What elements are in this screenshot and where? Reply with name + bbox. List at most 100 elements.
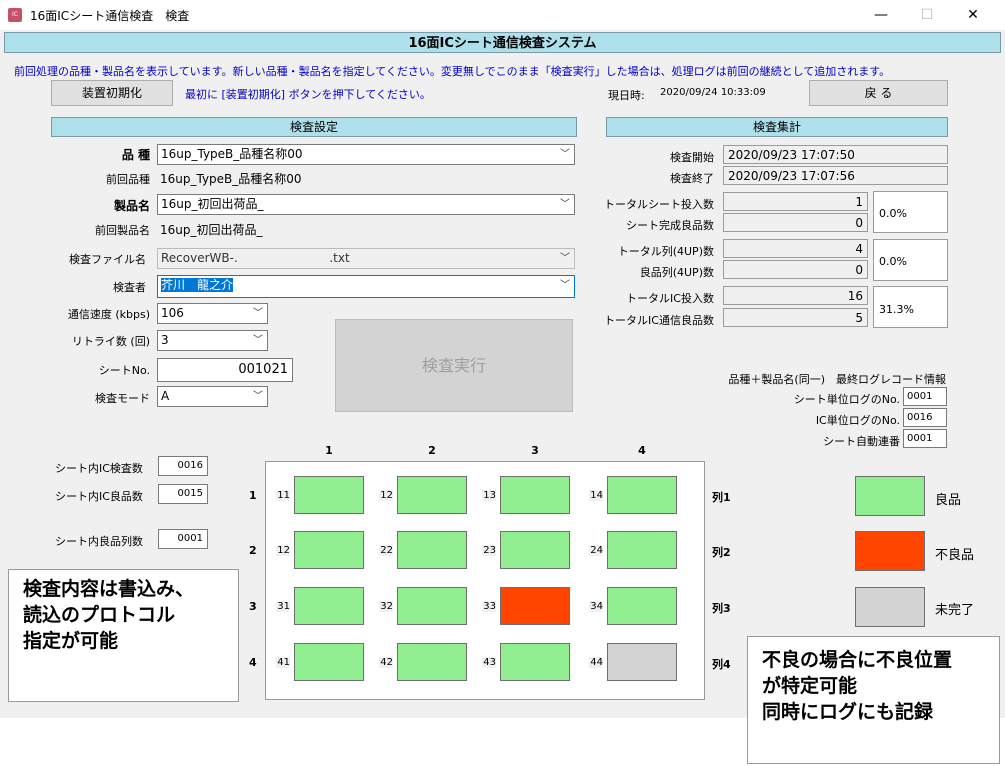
legend-bad-label: 不良品 [935, 548, 975, 563]
good-cols-value-sheet: 0001 [158, 529, 208, 549]
grid-row-header: 3 [249, 600, 257, 613]
retry-select[interactable]: 3 ﹀ [157, 330, 268, 351]
grid-cell-status[interactable] [607, 643, 677, 681]
sheet-no-input[interactable]: 001021 [157, 358, 293, 382]
grid-cell-number: 31 [276, 601, 290, 612]
grid-row-header: 4 [249, 656, 257, 669]
summary-header: 検査集計 [606, 117, 948, 137]
datetime-label: 現日時: [608, 89, 645, 102]
prev-product-value: 16up_初回出荷品_ [160, 223, 263, 237]
product-label: 製品名 [113, 199, 150, 213]
grid-col-header: 3 [531, 444, 539, 457]
grid-row-label: 列1 [712, 491, 731, 504]
kind-select[interactable]: 16up_TypeB_品種名称00 ﹀ [157, 144, 575, 165]
right-callout: 不良の場合に不良位置 が特定可能 同時にログにも記録 [747, 636, 1000, 764]
grid-cell-number: 43 [482, 657, 496, 668]
maximize-button[interactable]: ☐ [904, 0, 950, 30]
prev-product-label: 前回製品名 [95, 224, 150, 237]
chevron-down-icon: ﹀ [560, 199, 570, 210]
left-callout-line: 指定が可能 [23, 630, 119, 652]
mode-select[interactable]: A ﹀ [157, 386, 268, 407]
notice-text: 前回処理の品種・製品名を表示しています。新しい品種・製品名を指定してください。変… [14, 65, 891, 78]
speed-select[interactable]: 106 ﹀ [157, 303, 268, 324]
right-callout-line: 同時にログにも記録 [762, 701, 934, 723]
sheet-log-label: シート単位ログのNo. [793, 393, 900, 406]
good-ic-label: トータルIC通信良品数 [604, 314, 714, 327]
grid-cell-status[interactable] [397, 587, 467, 625]
grid-cell-status[interactable] [500, 643, 570, 681]
inspector-select-value: 芥川 龍之介 [161, 278, 234, 292]
product-select-value: 16up_初回出荷品_ [161, 197, 264, 211]
mode-select-value: A [161, 389, 170, 403]
init-device-button[interactable]: 装置初期化 [51, 80, 173, 106]
close-button[interactable]: ✕ [950, 0, 996, 30]
grid-cell-status[interactable] [607, 531, 677, 569]
inspector-select[interactable]: 芥川 龍之介 ﹀ [157, 275, 575, 298]
system-title: 16面ICシート通信検査システム [4, 32, 1001, 53]
sheet-pct: 0.0% [873, 191, 948, 233]
total-sheets-value: 1 [723, 192, 868, 211]
grid-cell-status[interactable] [500, 587, 570, 625]
start-label: 検査開始 [670, 151, 714, 164]
left-callout: 検査内容は書込み、 読込のプロトコル 指定が可能 [8, 569, 239, 702]
grid-cell-status[interactable] [397, 476, 467, 514]
grid-cell-status[interactable] [294, 531, 364, 569]
mode-label: 検査モード [95, 392, 150, 405]
total-cols-label: トータル列(4UP)数 [617, 245, 714, 258]
grid-cell-status[interactable] [397, 643, 467, 681]
chevron-down-icon: ﹀ [253, 391, 263, 402]
retry-select-value: 3 [161, 333, 169, 347]
start-value: 2020/09/23 17:07:50 [723, 145, 948, 164]
grid-cell-status[interactable] [607, 587, 677, 625]
minimize-button[interactable]: — [858, 0, 904, 30]
product-select[interactable]: 16up_初回出荷品_ ﹀ [157, 194, 575, 215]
grid-cell-status[interactable] [607, 476, 677, 514]
ic-inspect-value: 0016 [158, 456, 208, 476]
grid-cell-status[interactable] [500, 476, 570, 514]
sheet-no-label: シートNo. [98, 364, 150, 377]
init-hint: 最初に [装置初期化] ボタンを押下してください。 [185, 88, 431, 101]
legend-pending-swatch [855, 587, 925, 627]
ic-good-label: シート内IC良品数 [55, 490, 143, 503]
total-sheets-label: トータルシート投入数 [604, 198, 714, 211]
grid-row-header: 1 [249, 489, 257, 502]
grid-col-header: 4 [638, 444, 646, 457]
good-cols-label-sheet: シート内良品列数 [55, 535, 143, 548]
grid-cell-number: 13 [482, 490, 496, 501]
total-ic-label: トータルIC投入数 [626, 292, 714, 305]
grid-cell-status[interactable] [397, 531, 467, 569]
ic-log-label: IC単位ログのNo. [815, 414, 900, 427]
good-cols-value: 0 [723, 260, 868, 279]
grid-cell-number: 32 [379, 601, 393, 612]
chevron-down-icon: ﹀ [560, 253, 570, 264]
chevron-down-icon: ﹀ [560, 149, 570, 160]
app-icon: IC [8, 8, 22, 22]
grid-cell-status[interactable] [294, 476, 364, 514]
grid-cell-number: 14 [589, 490, 603, 501]
grid-cell-number: 42 [379, 657, 393, 668]
right-callout-line: が特定可能 [762, 675, 858, 697]
datetime-value: 2020/09/24 10:33:09 [660, 87, 766, 98]
left-callout-line: 読込のプロトコル [23, 604, 176, 626]
good-ic-value: 5 [723, 308, 868, 327]
total-ic-value: 16 [723, 286, 868, 305]
legend-pending-label: 未完了 [935, 603, 975, 618]
settings-header: 検査設定 [51, 117, 577, 137]
run-inspection-button[interactable]: 検査実行 [335, 319, 573, 412]
left-callout-line: 検査内容は書込み、 [23, 578, 195, 600]
prev-kind-value: 16up_TypeB_品種名称00 [160, 172, 302, 186]
back-button[interactable]: 戻 る [809, 80, 948, 106]
grid-row-header: 2 [249, 544, 257, 557]
log-info-title: 品種＋製品名(同一) 最終ログレコード情報 [728, 373, 946, 386]
grid-cell-number: 23 [482, 545, 496, 556]
grid-cell-status[interactable] [294, 643, 364, 681]
grid-cell-status[interactable] [500, 531, 570, 569]
file-select[interactable]: RecoverWB-. .txt ﹀ [157, 248, 575, 269]
grid-cell-status[interactable] [294, 587, 364, 625]
sheet-log-value: 0001 [903, 387, 947, 406]
kind-select-value: 16up_TypeB_品種名称00 [161, 147, 303, 161]
speed-select-value: 106 [161, 306, 184, 320]
end-label: 検査終了 [670, 172, 714, 185]
ic-good-value: 0015 [158, 484, 208, 504]
good-sheets-value: 0 [723, 213, 868, 232]
